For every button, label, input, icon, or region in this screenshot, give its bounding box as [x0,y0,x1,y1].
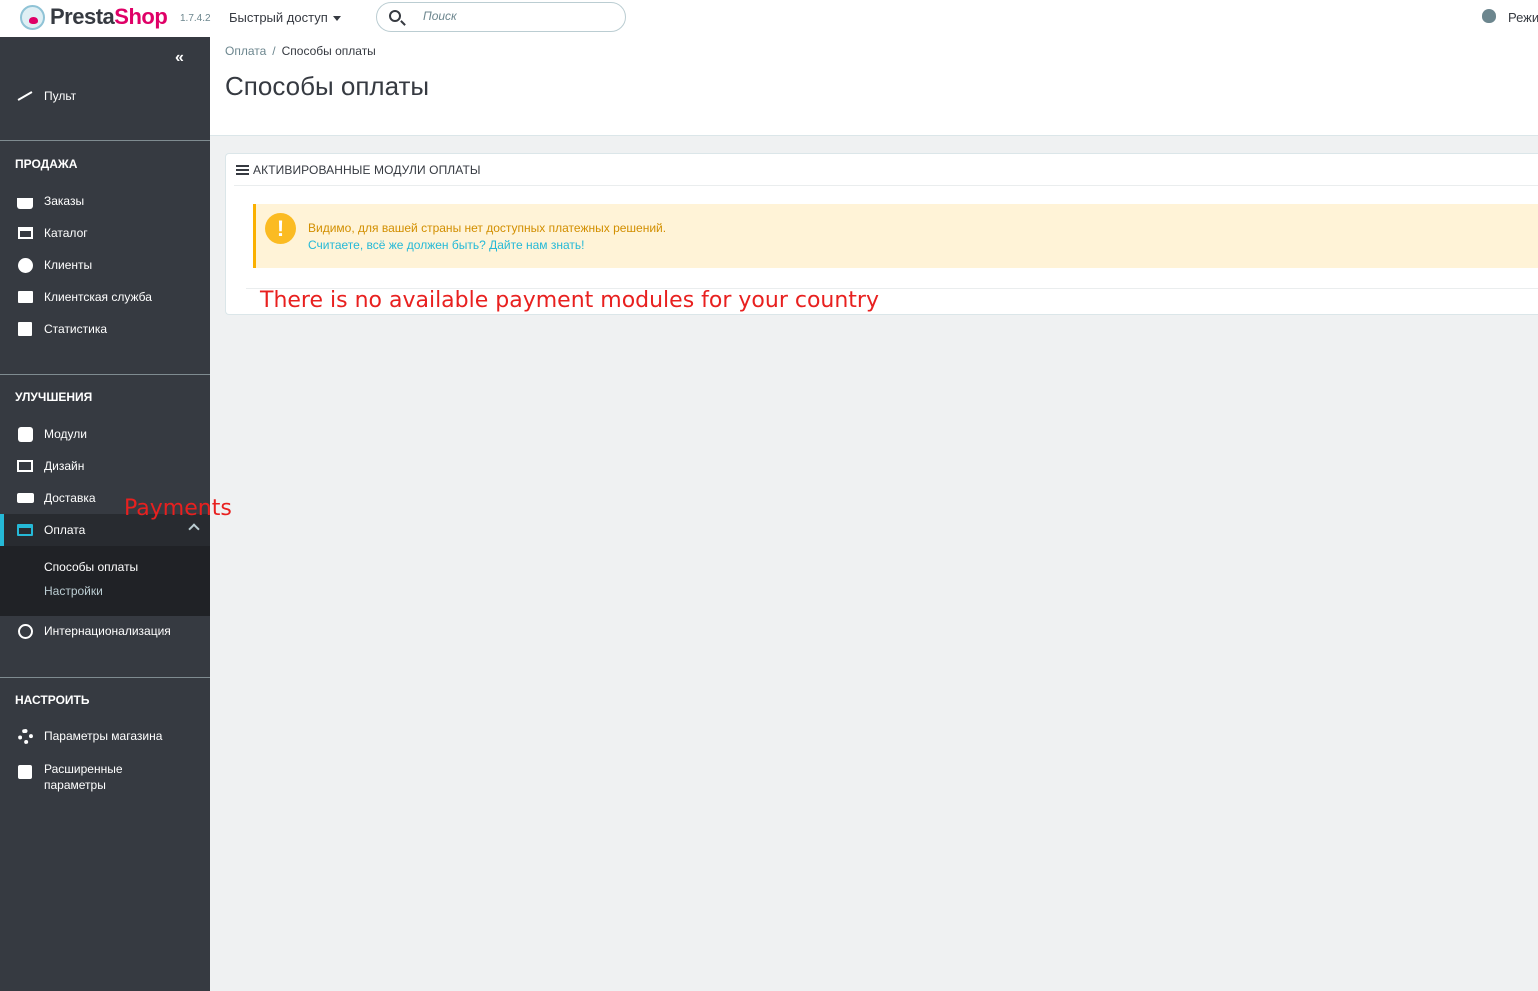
sidebar-item-stats[interactable]: Статистика [0,315,210,343]
sidebar-item-label: Оплата [44,523,86,537]
sidebar-item-label: Дизайн [44,459,85,473]
trending-up-icon [15,87,35,105]
sidebar-item-catalog[interactable]: Каталог [0,219,210,247]
sidebar-item-label: Расширенные параметры [44,762,123,792]
puffin-logo-icon [20,4,45,30]
panel-heading: АКТИВИРОВАННЫЕ МОДУЛИ ОПЛАТЫ [234,154,1538,186]
sidebar-item-design[interactable]: Дизайн [0,452,210,480]
sidebar-item-label: Пульт [44,89,77,103]
sidebar-item-label: Модули [44,427,87,441]
quick-access-dropdown[interactable]: Быстрый доступ [229,10,341,25]
logo-text-presta: Presta [50,4,115,29]
sidebar-item-label: Каталог [44,226,88,240]
sidebar-item-label: Статистика [44,322,108,336]
debug-mode-label[interactable]: Режим [1508,10,1538,25]
puzzle-icon [17,426,33,442]
sidebar-item-label: Клиентская служба [44,290,152,304]
sidebar-divider [0,677,210,678]
sidebar-item-international[interactable]: Интернационализация [0,617,210,645]
active-indicator [0,514,4,546]
section-title-configure: НАСТРОИТЬ [15,693,90,707]
alert-message: Видимо, для вашей страны нет доступных п… [308,221,667,235]
section-title-sell: ПРОДАЖА [15,157,78,171]
account-circle-icon [17,257,33,273]
bug-icon[interactable] [1482,9,1496,23]
breadcrumb-link-payment[interactable]: Оплата [225,44,266,58]
sidebar-item-advanced-parameters[interactable]: Расширенные параметры [0,761,210,797]
sidebar-item-customer-service[interactable]: Клиентская служба [0,283,210,311]
gear-icon [17,728,33,744]
sidebar-item-label: Доставка [44,491,96,505]
top-header: PrestaShop 1.7.4.2 Быстрый доступ Режим [0,0,1538,37]
page-title: Способы оплаты [225,71,430,101]
breadcrumb-separator: / [272,44,276,58]
store-icon [17,227,33,239]
list-icon [236,164,249,175]
quick-access-label: Быстрый доступ [229,10,328,25]
sidebar-item-orders[interactable]: Заказы [0,187,210,215]
warning-alert: ! Видимо, для вашей страны нет доступных… [253,204,1538,268]
panel-title: АКТИВИРОВАННЫЕ МОДУЛИ ОПЛАТЫ [253,162,481,177]
sidebar-item-label: Заказы [44,194,85,208]
sidebar-item-label: Интернационализация [44,624,171,638]
sidebar-item-modules[interactable]: Модули [0,420,210,448]
annotation-no-modules: There is no available payment modules fo… [260,288,879,313]
payment-submenu: Способы оплаты Настройки [0,546,210,616]
bar-chart-icon [18,322,32,336]
alert-feedback-link[interactable]: Считаете, всё же должен быть? Дайте нам … [308,238,585,252]
exclamation-icon: ! [265,213,296,244]
truck-icon [16,493,34,503]
caret-down-icon [332,16,341,22]
version-label: 1.7.4.2 [180,13,211,24]
shopping-basket-icon [17,197,33,209]
chevron-up-icon[interactable] [188,523,200,535]
logo-text: PrestaShop [50,4,168,30]
page-header: Оплата / Способы оплаты Способы оплаты [210,37,1538,136]
settings-applications-icon [18,765,32,779]
chat-icon [17,291,33,303]
globe-icon [17,623,33,639]
search-icon[interactable] [389,10,401,22]
collapse-sidebar-icon[interactable]: « [175,49,184,67]
section-title-improve: УЛУЧШЕНИЯ [15,390,93,404]
search-input[interactable] [423,9,603,23]
submenu-item-preferences[interactable]: Настройки [44,584,103,598]
logo-text-shop: Shop [114,4,168,29]
submenu-item-payment-methods[interactable]: Способы оплаты [44,560,138,574]
breadcrumb: Оплата / Способы оплаты [225,44,376,58]
sidebar-item-label: Параметры магазина [44,729,163,743]
prestashop-logo[interactable]: PrestaShop [20,4,168,30]
sidebar-divider [0,140,210,141]
sidebar-item-shop-parameters[interactable]: Параметры магазина [0,722,210,750]
breadcrumb-current: Способы оплаты [281,44,376,58]
sidebar-divider [0,374,210,375]
search-box[interactable] [376,2,626,32]
sidebar-item-customers[interactable]: Клиенты [0,251,210,279]
monitor-icon [17,460,33,472]
sidebar-item-dashboard[interactable]: Пульт [0,82,210,110]
annotation-payments: Payments [124,496,232,521]
sidebar-item-label: Клиенты [44,258,93,272]
credit-card-icon [17,524,33,536]
